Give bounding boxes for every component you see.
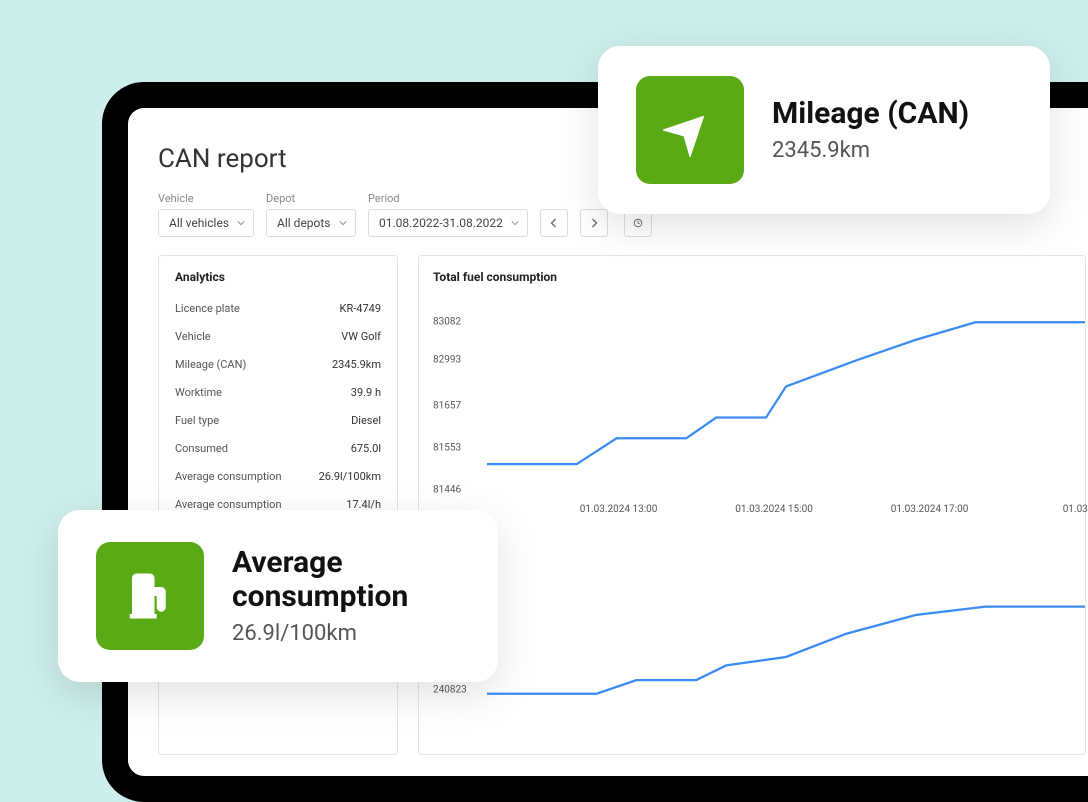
navigation-arrow-icon	[636, 76, 744, 184]
mileage-card-body: Mileage (CAN) 2345.9km	[772, 97, 969, 164]
filter-period-group: Period 01.08.2022-31.08.2022	[368, 192, 528, 237]
mileage-card: Mileage (CAN) 2345.9km	[598, 46, 1050, 214]
mileage-card-value: 2345.9km	[772, 138, 969, 163]
filter-depot-label: Depot	[266, 192, 356, 205]
vehicle-select-value: All vehicles	[169, 216, 229, 230]
filter-period-label: Period	[368, 192, 528, 205]
depot-select[interactable]: All depots	[266, 209, 356, 237]
x-tick: 01.03.202	[1063, 504, 1088, 515]
analytics-label: Average consumption	[175, 498, 282, 511]
analytics-value: 675.0l	[351, 442, 381, 455]
analytics-row: Mileage (CAN) 2345.9km	[175, 350, 381, 378]
y-tick: 81446	[433, 485, 461, 496]
filter-vehicle-group: Vehicle All vehicles	[158, 192, 254, 237]
y-tick: 81553	[433, 443, 461, 454]
analytics-title: Analytics	[175, 270, 381, 284]
analytics-label: Fuel type	[175, 414, 219, 427]
y-tick: 240823	[433, 685, 467, 696]
analytics-value: Diesel	[351, 414, 381, 427]
analytics-row: Licence plate KR-4749	[175, 294, 381, 322]
period-select-value: 01.08.2022-31.08.2022	[379, 216, 503, 230]
filter-vehicle-label: Vehicle	[158, 192, 254, 205]
analytics-label: Consumed	[175, 442, 228, 455]
analytics-row: Fuel type Diesel	[175, 406, 381, 434]
x-tick: 01.03.2024 15:00	[735, 504, 813, 515]
chevron-down-icon	[511, 219, 519, 227]
analytics-value: 26.9l/100km	[319, 470, 381, 483]
filter-depot-group: Depot All depots	[266, 192, 356, 237]
analytics-value: 39.9 h	[351, 386, 381, 399]
mileage-card-title: Mileage (CAN)	[772, 97, 969, 131]
avg-card-body: Average consumption 26.9l/100km	[232, 546, 452, 646]
chart-panel: Total fuel consumption 83082 82993 81657…	[418, 255, 1086, 755]
period-prev-button[interactable]	[540, 209, 568, 237]
avg-card-title: Average consumption	[232, 546, 452, 613]
chevron-down-icon	[237, 219, 245, 227]
x-axis-labels: 01.03.2024 13:00 01.03.2024 15:00 01.03.…	[487, 504, 1085, 524]
analytics-label: Vehicle	[175, 330, 211, 343]
clock-icon	[633, 218, 643, 228]
chart-plot	[487, 314, 1085, 490]
chevron-down-icon	[339, 219, 347, 227]
avg-card-value: 26.9l/100km	[232, 621, 452, 646]
analytics-label: Mileage (CAN)	[175, 358, 246, 371]
period-next-button[interactable]	[580, 209, 608, 237]
chart-title: Total fuel consumption	[433, 270, 1085, 284]
chart-body: 83082 82993 81657 81553 81446 01.03.2024…	[433, 314, 1085, 524]
y-tick: 83082	[433, 317, 461, 328]
analytics-value: VW Golf	[341, 330, 381, 343]
x-tick: 01.03.2024 17:00	[891, 504, 969, 515]
analytics-label: Average consumption	[175, 470, 282, 483]
analytics-row: Vehicle VW Golf	[175, 322, 381, 350]
chart2-body: 241527 240823	[433, 594, 1085, 754]
y-tick: 81657	[433, 401, 461, 412]
analytics-value: 2345.9km	[332, 358, 381, 371]
analytics-value: KR-4749	[340, 302, 381, 315]
analytics-label: Licence plate	[175, 302, 240, 315]
chart2: 241527 240823	[433, 594, 1085, 754]
period-select[interactable]: 01.08.2022-31.08.2022	[368, 209, 528, 237]
chevron-right-icon	[589, 218, 599, 228]
chevron-left-icon	[549, 218, 559, 228]
x-tick: 01.03.2024 13:00	[580, 504, 658, 515]
vehicle-select[interactable]: All vehicles	[158, 209, 254, 237]
avg-consumption-card: Average consumption 26.9l/100km	[58, 510, 498, 682]
chart2-plot	[487, 594, 1085, 720]
analytics-row: Average consumption 26.9l/100km	[175, 462, 381, 490]
fuel-pump-icon	[96, 542, 204, 650]
y-tick: 82993	[433, 355, 461, 366]
analytics-label: Worktime	[175, 386, 222, 399]
analytics-row: Consumed 675.0l	[175, 434, 381, 462]
analytics-row: Worktime 39.9 h	[175, 378, 381, 406]
analytics-value: 17.4l/h	[346, 498, 381, 511]
depot-select-value: All depots	[277, 216, 330, 230]
